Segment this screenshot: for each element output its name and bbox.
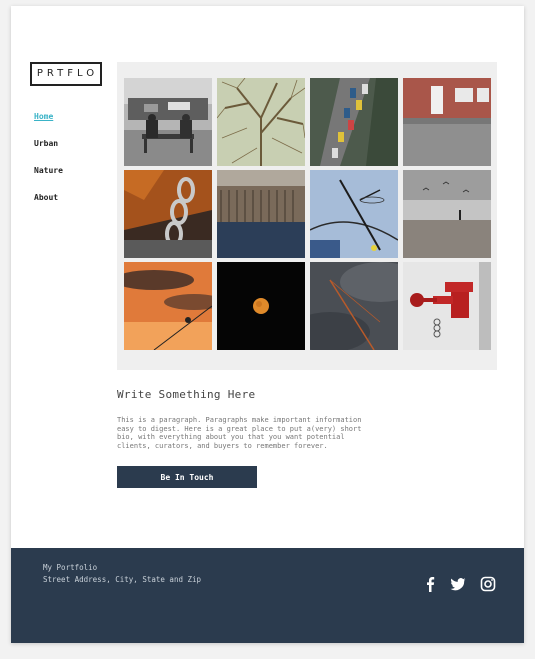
photo-brick-building-rain[interactable] [403,78,491,166]
nav-item-home[interactable]: Home [34,112,63,121]
photo-dragonfly-on-twig[interactable] [310,170,398,258]
photo-bird-on-wire-sunset[interactable] [124,262,212,350]
photo-grid [124,78,491,350]
photo-people-on-bench[interactable] [124,78,212,166]
be-in-touch-button[interactable]: Be In Touch [117,466,257,488]
section-heading: Write Something Here [117,388,256,401]
page: PRTFLO Home Urban Nature About Write Som… [11,6,524,643]
footer-title: My Portfolio [43,563,98,572]
nav-item-urban[interactable]: Urban [34,139,63,148]
photo-bare-tree-branches[interactable] [217,78,305,166]
nav-item-nature[interactable]: Nature [34,166,63,175]
footer: My Portfolio Street Address, City, State… [11,548,524,643]
photo-beach-with-birds[interactable] [403,170,491,258]
photo-full-moon[interactable] [217,262,305,350]
photo-crane-storm-clouds[interactable] [310,262,398,350]
photo-rusty-chain[interactable] [124,170,212,258]
photo-aerial-parking-lot[interactable] [310,78,398,166]
twitter-icon[interactable] [450,576,466,592]
facebook-icon[interactable] [422,576,438,592]
logo[interactable]: PRTFLO [30,62,102,86]
nav-item-about[interactable]: About [34,193,63,202]
instagram-icon[interactable] [480,576,496,592]
photo-gallery [117,62,497,370]
bio-paragraph: This is a paragraph. Paragraphs make imp… [117,416,362,450]
photo-bridge-reflection[interactable] [217,170,305,258]
footer-address: Street Address, City, State and Zip [43,575,202,584]
photo-red-fire-hydrant[interactable] [403,262,491,350]
main-nav: Home Urban Nature About [34,112,63,220]
